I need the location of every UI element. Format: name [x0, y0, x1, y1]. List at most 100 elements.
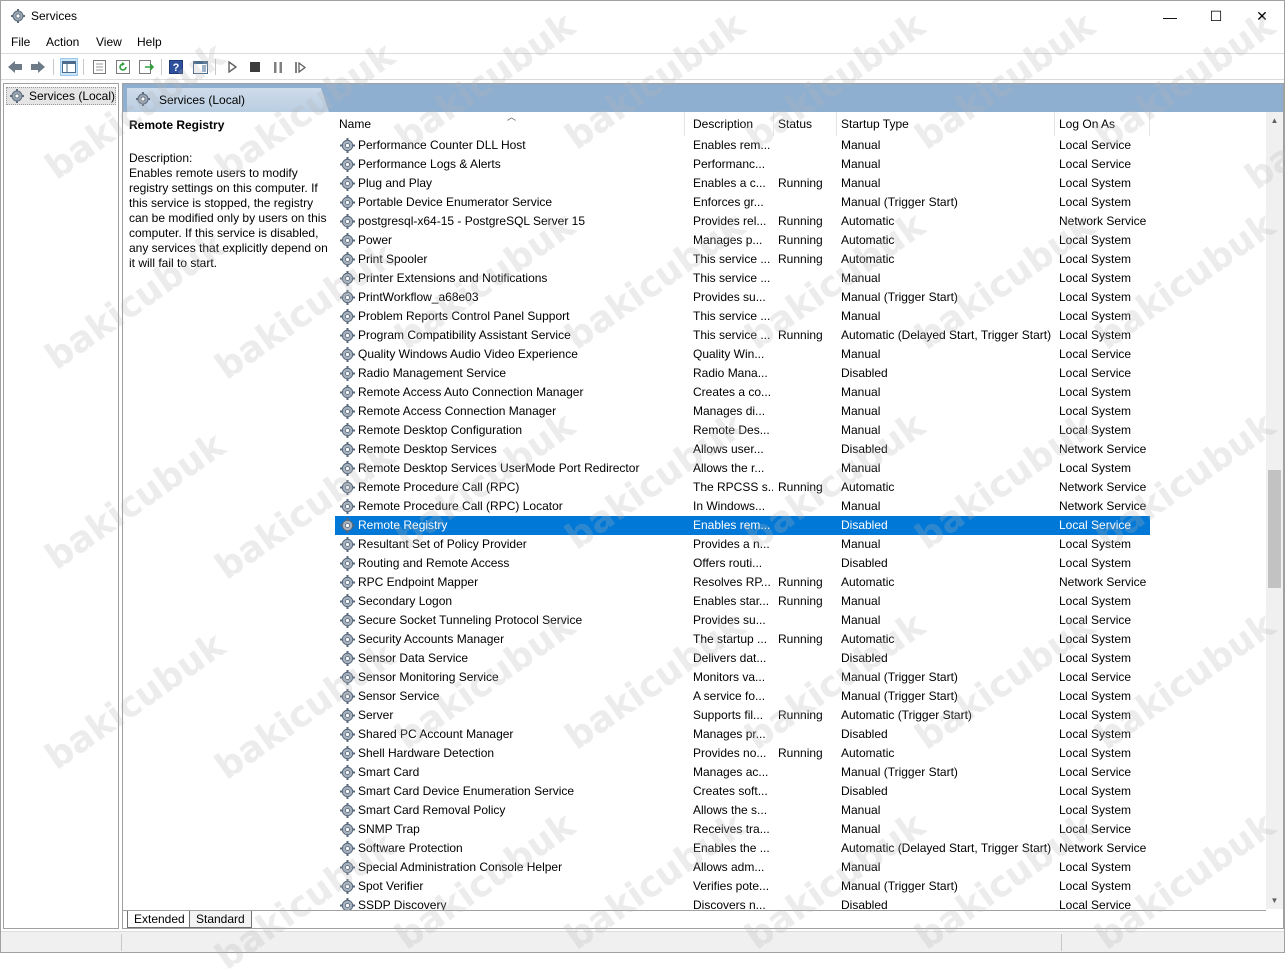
tab-standard[interactable]: Standard — [189, 911, 252, 928]
restart-service-button[interactable] — [291, 58, 309, 76]
stop-service-button[interactable] — [246, 58, 264, 76]
service-row[interactable]: Sensor Data Service Delivers dat... Disabl… — [335, 649, 1150, 668]
service-startup-type: Automatic — [841, 746, 895, 760]
service-description: Remote Des... — [693, 423, 770, 437]
service-row[interactable]: Smart Card Manages ac... Manual (Trigger S… — [335, 763, 1150, 782]
forward-button[interactable] — [29, 58, 47, 76]
service-row[interactable]: Sensor Service A service fo... Manual (Tri… — [335, 687, 1150, 706]
service-row[interactable]: Spot Verifier Verifies pote... Manual (Tri… — [335, 877, 1150, 896]
properties-icon — [92, 60, 106, 74]
service-name: Smart Card Device Enumeration Service — [358, 784, 575, 798]
service-row[interactable]: Security Accounts Manager The startup ...… — [335, 630, 1150, 649]
service-row[interactable]: Smart Card Device Enumeration Service Cre… — [335, 782, 1150, 801]
service-row[interactable]: Performance Counter DLL Host Enables rem.… — [335, 136, 1150, 155]
service-row[interactable]: Smart Card Removal Policy Allows the s...… — [335, 801, 1150, 820]
start-service-button[interactable] — [223, 58, 241, 76]
service-row[interactable]: Problem Reports Control Panel Support Thi… — [335, 307, 1150, 326]
service-row[interactable]: Portable Device Enumerator Service Enforc… — [335, 193, 1150, 212]
show-hide-console-tree-button[interactable] — [60, 58, 78, 76]
service-startup-type: Disabled — [841, 898, 888, 910]
service-row[interactable]: Shell Hardware Detection Provides no... Ru… — [335, 744, 1150, 763]
service-log-on-as: Network Service — [1059, 442, 1147, 456]
tree-item-services-local[interactable]: Services (Local) — [6, 87, 116, 105]
menu-view[interactable]: View — [96, 35, 122, 49]
show-hide-action-pane-button[interactable] — [191, 58, 209, 76]
service-row[interactable]: Secondary Logon Enables star... Running Man… — [335, 592, 1150, 611]
service-startup-type: Manual (Trigger Start) — [841, 689, 958, 703]
column-header-name[interactable]: Name ︿ — [335, 112, 685, 136]
maximize-button[interactable]: ☐ — [1193, 1, 1239, 32]
service-log-on-as: Local System — [1059, 537, 1132, 551]
scroll-thumb[interactable] — [1268, 470, 1281, 588]
scroll-down-icon[interactable]: ▼ — [1266, 892, 1283, 909]
column-header-log-on-as[interactable]: Log On As — [1055, 112, 1150, 136]
service-row[interactable]: Special Administration Console Helper All… — [335, 858, 1150, 877]
service-row[interactable]: Resultant Set of Policy Provider Provides… — [335, 535, 1150, 554]
service-row[interactable]: Server Supports fil... Running Automatic (T… — [335, 706, 1150, 725]
service-gear-icon — [339, 707, 356, 724]
description-label: Description: — [129, 151, 193, 165]
service-row[interactable]: Remote Registry Enables rem... Disabled Loc… — [335, 516, 1150, 535]
service-row[interactable]: Program Compatibility Assistant Service T… — [335, 326, 1150, 345]
service-row[interactable]: Remote Desktop Configuration Remote Des..… — [335, 421, 1150, 440]
help-button[interactable]: ? — [167, 58, 185, 76]
service-row[interactable]: Shared PC Account Manager Manages pr... Di… — [335, 725, 1150, 744]
service-row[interactable]: SSDP Discovery Discovers n... Disabled Loca… — [335, 896, 1150, 910]
service-row[interactable]: Radio Management Service Radio Mana... Dis… — [335, 364, 1150, 383]
service-row[interactable]: Sensor Monitoring Service Monitors va... M… — [335, 668, 1150, 687]
service-row[interactable]: postgresql-x64-15 - PostgreSQL Server 15… — [335, 212, 1150, 231]
minimize-button[interactable]: — — [1147, 1, 1193, 32]
menu-action[interactable]: Action — [46, 35, 79, 49]
refresh-icon — [116, 60, 130, 74]
service-row[interactable]: Remote Procedure Call (RPC) Locator In Wi… — [335, 497, 1150, 516]
service-log-on-as: Local System — [1059, 689, 1132, 703]
service-name: Portable Device Enumerator Service — [358, 195, 553, 209]
service-description: The RPCSS s... — [693, 480, 773, 494]
service-gear-icon — [339, 612, 356, 629]
service-startup-type: Disabled — [841, 651, 888, 665]
service-startup-type: Manual — [841, 423, 881, 437]
service-row[interactable]: Power Manages p... Running Automatic Local S… — [335, 231, 1150, 250]
service-row[interactable]: Secure Socket Tunneling Protocol Service… — [335, 611, 1150, 630]
service-row[interactable]: Software Protection Enables the ... Automa… — [335, 839, 1150, 858]
vertical-scrollbar[interactable]: ▲ ▼ — [1266, 112, 1283, 909]
service-row[interactable]: Remote Access Connection Manager Manages … — [335, 402, 1150, 421]
export-list-button[interactable] — [137, 58, 155, 76]
service-gear-icon — [339, 669, 356, 686]
service-row[interactable]: Quality Windows Audio Video Experience Qu… — [335, 345, 1150, 364]
service-description: Delivers dat... — [693, 651, 767, 665]
service-row[interactable]: Remote Access Auto Connection Manager Cre… — [335, 383, 1150, 402]
scroll-up-icon[interactable]: ▲ — [1266, 112, 1283, 129]
service-row[interactable]: Remote Desktop Services UserMode Port Re… — [335, 459, 1150, 478]
service-row[interactable]: PrintWorkflow_a68e03 Provides su... Manual… — [335, 288, 1150, 307]
column-header-description[interactable]: Description — [689, 112, 774, 136]
service-row[interactable]: RPC Endpoint Mapper Resolves RP... Running… — [335, 573, 1150, 592]
tab-extended[interactable]: Extended — [127, 911, 191, 928]
service-status: Running — [778, 575, 823, 589]
menu-file[interactable]: File — [11, 35, 30, 49]
service-row[interactable]: Print Spooler This service ... Running Auto… — [335, 250, 1150, 269]
service-row[interactable]: Printer Extensions and Notifications This… — [335, 269, 1150, 288]
tree-item-label: Services (Local) — [28, 89, 115, 103]
service-log-on-as: Local System — [1059, 860, 1132, 874]
properties-button[interactable] — [90, 58, 108, 76]
service-row[interactable]: Remote Desktop Services Allows user... Dis… — [335, 440, 1150, 459]
column-header-status[interactable]: Status — [774, 112, 837, 136]
pause-service-button[interactable] — [269, 58, 287, 76]
service-row[interactable]: SNMP Trap Receives tra... Manual Local Serv… — [335, 820, 1150, 839]
services-gear-icon — [11, 9, 25, 23]
menu-help[interactable]: Help — [137, 35, 162, 49]
service-description: This service ... — [693, 271, 771, 285]
service-row[interactable]: Routing and Remote Access Offers routi...… — [335, 554, 1150, 573]
service-row[interactable]: Plug and Play Enables a c... Running Manual… — [335, 174, 1150, 193]
column-header-startup-type[interactable]: Startup Type — [837, 112, 1055, 136]
refresh-button[interactable] — [114, 58, 132, 76]
back-button[interactable] — [6, 58, 24, 76]
service-description: Supports fil... — [693, 708, 764, 722]
service-row[interactable]: Performance Logs & Alerts Performanc... Ma… — [335, 155, 1150, 174]
service-gear-icon — [339, 175, 356, 192]
service-row[interactable]: Remote Procedure Call (RPC) The RPCSS s..… — [335, 478, 1150, 497]
close-button[interactable]: ✕ — [1239, 1, 1285, 32]
service-startup-type: Automatic (Delayed Start, Trigger Start) — [841, 841, 1052, 855]
service-log-on-as: Network Service — [1059, 499, 1147, 513]
